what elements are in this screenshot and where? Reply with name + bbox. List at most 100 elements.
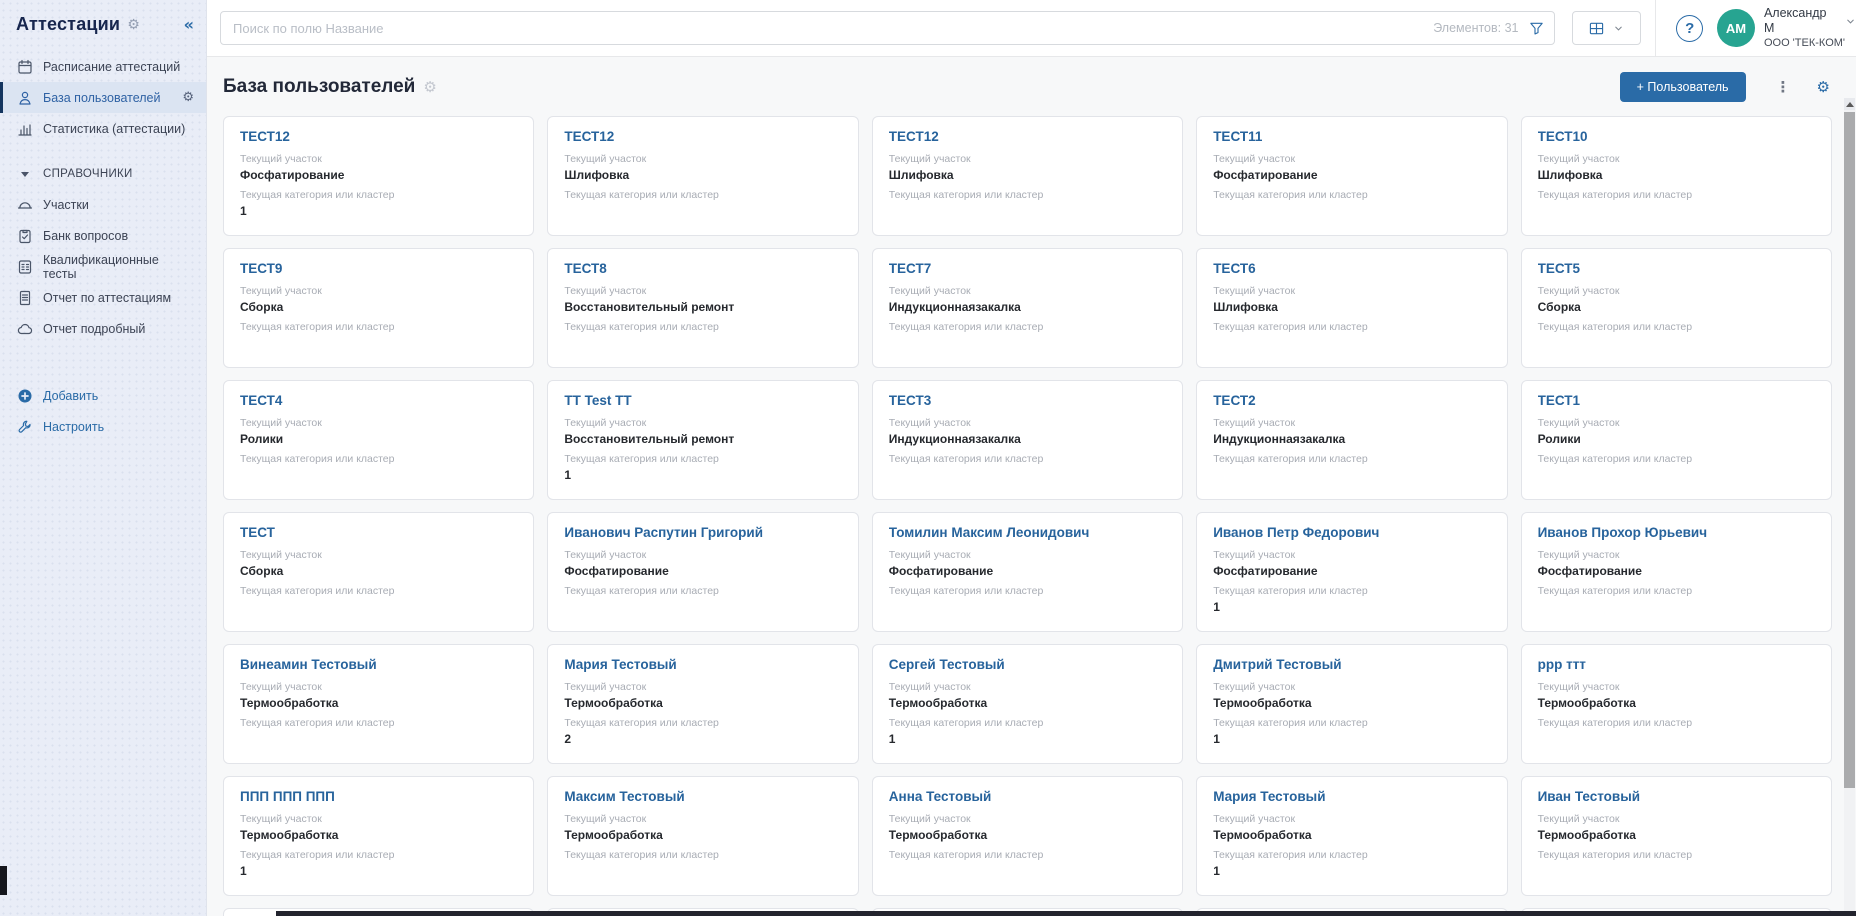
user-card[interactable]: ТЕСТ7 Текущий участок Индукционнаязакалк… [872, 248, 1183, 368]
search-input[interactable] [233, 21, 1433, 36]
user-name-link[interactable]: ТЕСТ4 [240, 393, 517, 408]
filter-icon[interactable] [1529, 21, 1544, 36]
sidebar-item[interactable]: База пользователей⚙ [0, 82, 206, 113]
current-area-label: Текущий участок [1538, 681, 1815, 693]
user-card[interactable]: ТЕСТ10 Текущий участок Шлифовка Текущая … [1521, 116, 1832, 236]
user-card[interactable]: ТЕСТ3 Текущий участок Индукционнаязакалк… [872, 380, 1183, 500]
sidebar-item[interactable]: Отчет подробный [0, 313, 206, 344]
user-card[interactable]: ррр ттт Текущий участок Термообработка Т… [1521, 644, 1832, 764]
user-card[interactable]: ТЕСТ9 Текущий участок Сборка Текущая кат… [223, 248, 534, 368]
user-name-link[interactable]: Максим Тестовый [564, 789, 841, 804]
user-card[interactable]: ТЕСТ6 Текущий участок Шлифовка Текущая к… [1196, 248, 1507, 368]
user-name-link[interactable]: ТЕСТ1 [1538, 393, 1815, 408]
sidebar-item[interactable]: СПРАВОЧНИКИ [0, 158, 206, 189]
user-name-link[interactable]: ТЕСТ7 [889, 261, 1166, 276]
user-name-link[interactable]: Мария Тестовый [1213, 789, 1490, 804]
user-name-link[interactable]: Дмитрий Тестовый [1213, 657, 1490, 672]
horizontal-scrollbar[interactable] [276, 911, 1856, 916]
user-card[interactable]: Иван Тестовый Текущий участок Термообраб… [1521, 776, 1832, 896]
user-card[interactable]: ТЕСТ4 Текущий участок Ролики Текущая кат… [223, 380, 534, 500]
gear-icon[interactable]: ⚙ [127, 17, 140, 33]
current-area-value: Фосфатирование [564, 564, 841, 578]
user-menu[interactable]: Александр М ООО 'ТЕК-КОМ' [1764, 6, 1856, 51]
user-name-link[interactable]: ТЕСТ9 [240, 261, 517, 276]
user-card[interactable]: ТЕСТ2 Текущий участок Индукционнаязакалк… [1196, 380, 1507, 500]
user-name-link[interactable]: ТЕСТ6 [1213, 261, 1490, 276]
user-card[interactable]: ТЕСТ5 Текущий участок Сборка Текущая кат… [1521, 248, 1832, 368]
user-card[interactable]: ТЕСТ8 Текущий участок Восстановительный … [547, 248, 858, 368]
user-card[interactable]: ТЕСТ12 Текущий участок Шлифовка Текущая … [547, 116, 858, 236]
topbar: Элементов: 31 ? АМ Александр М ООО 'ТЕК-… [207, 0, 1856, 57]
user-card[interactable]: ТЕСТ Текущий участок Сборка Текущая кате… [223, 512, 534, 632]
user-card[interactable]: ТТ Test ТТ Текущий участок Восстановител… [547, 380, 858, 500]
scroll-up-button[interactable] [1844, 98, 1855, 110]
sidebar-item[interactable]: Добавить [0, 380, 206, 411]
user-name-link[interactable]: Сергей Тестовый [889, 657, 1166, 672]
user-name-link[interactable]: Иван Тестовый [1538, 789, 1815, 804]
user-name-link[interactable]: ТЕСТ3 [889, 393, 1166, 408]
current-category-label: Текущая категория или кластер [1538, 321, 1815, 333]
user-card[interactable]: Анна Тестовый Текущий участок Термообраб… [872, 776, 1183, 896]
user-card[interactable]: Максим Тестовый Текущий участок Термообр… [547, 776, 858, 896]
user-card[interactable]: ТЕСТ11 Текущий участок Фосфатирование Те… [1196, 116, 1507, 236]
sidebar-item[interactable]: Банк вопросов [0, 220, 206, 251]
view-mode-dropdown[interactable] [1572, 11, 1642, 45]
user-name-link[interactable]: Иванов Петр Федорович [1213, 525, 1490, 540]
current-category-value: 2 [564, 732, 841, 746]
user-name-link[interactable]: Иванович Распутин Григорий [564, 525, 841, 540]
help-icon[interactable]: ? [1676, 15, 1703, 42]
gear-icon[interactable]: ⚙ [423, 78, 436, 96]
user-card[interactable]: Иванов Прохор Юрьевич Текущий участок Фо… [1521, 512, 1832, 632]
search-box[interactable]: Элементов: 31 [220, 11, 1555, 45]
sidebar-item[interactable]: Настроить [0, 411, 206, 442]
user-card[interactable]: ТЕСТ12 Текущий участок Шлифовка Текущая … [872, 116, 1183, 236]
user-name-link[interactable]: ТЕСТ12 [889, 129, 1166, 144]
sidebar-item-label: Статистика (аттестации) [43, 122, 185, 136]
user-name-link[interactable]: ТЕСТ2 [1213, 393, 1490, 408]
gear-icon[interactable]: ⚙ [182, 90, 194, 105]
avatar[interactable]: АМ [1717, 9, 1755, 47]
collapse-sidebar-icon[interactable]: « [184, 15, 194, 34]
user-name-link[interactable]: Томилин Максим Леонидович [889, 525, 1166, 540]
user-card[interactable]: Винеамин Тестовый Текущий участок Термоо… [223, 644, 534, 764]
user-card[interactable]: Иванович Распутин Григорий Текущий участ… [547, 512, 858, 632]
user-name-link[interactable]: ТЕСТ [240, 525, 517, 540]
user-card[interactable]: Мария Тестовый Текущий участок Термообра… [1196, 776, 1507, 896]
user-name-link[interactable]: ррр ттт [1538, 657, 1815, 672]
current-area-label: Текущий участок [1213, 417, 1490, 429]
kebab-menu-icon[interactable]: ⋮ [1776, 78, 1791, 96]
sidebar-item[interactable]: Отчет по аттестациям [0, 282, 206, 313]
current-category-label: Текущая категория или кластер [889, 585, 1166, 597]
user-card[interactable]: ТЕСТ1 Текущий участок Ролики Текущая кат… [1521, 380, 1832, 500]
user-name-link[interactable]: Иванов Прохор Юрьевич [1538, 525, 1815, 540]
sidebar-item[interactable]: Квалификационные тесты [0, 251, 206, 282]
user-name-link[interactable]: ТЕСТ11 [1213, 129, 1490, 144]
user-card[interactable]: Дмитрий Тестовый Текущий участок Термооб… [1196, 644, 1507, 764]
sidebar-item[interactable]: Участки [0, 189, 206, 220]
user-name-link[interactable]: ТЕСТ8 [564, 261, 841, 276]
current-category-label: Текущая категория или кластер [564, 849, 841, 861]
user-name-link[interactable]: ТТ Test ТТ [564, 393, 841, 408]
user-name-link[interactable]: ТЕСТ12 [240, 129, 517, 144]
user-name-link[interactable]: Винеамин Тестовый [240, 657, 517, 672]
gear-icon[interactable]: ⚙ [1817, 78, 1830, 96]
user-card[interactable]: ТЕСТ12 Текущий участок Фосфатирование Те… [223, 116, 534, 236]
user-card[interactable]: Иванов Петр Федорович Текущий участок Фо… [1196, 512, 1507, 632]
current-category-label: Текущая категория или кластер [240, 585, 517, 597]
vertical-scrollbar[interactable] [1844, 98, 1855, 916]
user-name-link[interactable]: ТЕСТ12 [564, 129, 841, 144]
user-name-link[interactable]: ППП ППП ППП [240, 789, 517, 804]
user-name-link[interactable]: ТЕСТ5 [1538, 261, 1815, 276]
user-name-link[interactable]: ТЕСТ10 [1538, 129, 1815, 144]
user-card[interactable]: Мария Тестовый Текущий участок Термообра… [547, 644, 858, 764]
user-card[interactable]: ППП ППП ППП Текущий участок Термообработ… [223, 776, 534, 896]
sidebar-item-label: Настроить [43, 420, 104, 434]
sidebar-item[interactable]: Статистика (аттестации) [0, 113, 206, 144]
user-name-link[interactable]: Анна Тестовый [889, 789, 1166, 804]
scrollbar-thumb[interactable] [1844, 112, 1855, 788]
user-card[interactable]: Томилин Максим Леонидович Текущий участо… [872, 512, 1183, 632]
user-card[interactable]: Сергей Тестовый Текущий участок Термообр… [872, 644, 1183, 764]
user-name-link[interactable]: Мария Тестовый [564, 657, 841, 672]
add-user-button[interactable]: + Пользователь [1620, 72, 1746, 102]
sidebar-item[interactable]: Расписание аттестаций [0, 51, 206, 82]
